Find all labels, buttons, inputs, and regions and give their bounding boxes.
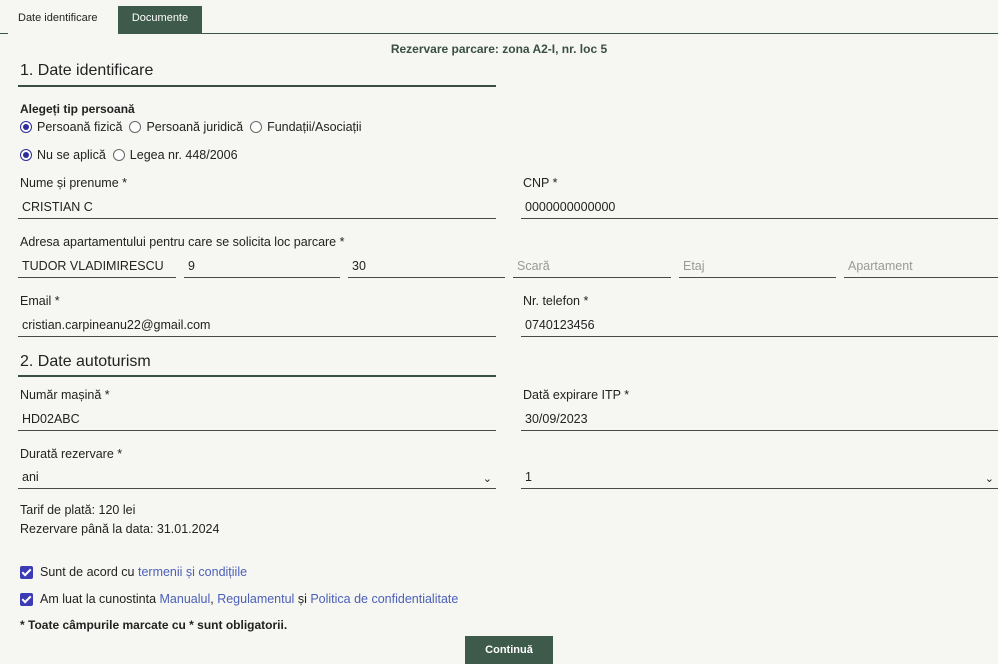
radio-empty-icon (250, 121, 263, 133)
continue-button[interactable]: Continuă (465, 636, 553, 664)
chevron-down-icon: ⌄ (984, 473, 994, 485)
block-input[interactable]: 30 (348, 256, 505, 278)
itp-date-input[interactable]: 30/09/2023 (521, 409, 998, 431)
radio-selected-icon (20, 121, 32, 133)
duration-label: Durată rezervare * (20, 447, 123, 461)
radio-empty-icon (129, 121, 142, 133)
phone-input[interactable]: 0740123456 (521, 315, 998, 337)
cnp-label: CNP * (523, 176, 558, 190)
section-car-title: 2. Date autoturism (20, 353, 151, 370)
radio-legea-448[interactable]: Legea nr. 448/2006 (112, 148, 238, 162)
apartament-input[interactable]: Apartament (844, 256, 998, 278)
section-identification-rule (18, 85, 496, 87)
scara-input[interactable]: Scară (513, 256, 671, 278)
terms-checkbox[interactable] (20, 565, 33, 579)
itp-label: Dată expirare ITP * (523, 388, 630, 402)
law-group: Nu se aplică Legea nr. 448/2006 (20, 148, 245, 162)
duration-count-select[interactable]: 1 ⌄ (521, 467, 998, 489)
tab-date-identificare[interactable]: Date identificare (8, 6, 118, 34)
person-type-label: Alegeți tip persoană (20, 102, 135, 116)
documents-checkbox[interactable] (20, 592, 33, 606)
radio-fundatii-asociatii[interactable]: Fundații/Asociații (250, 120, 362, 134)
documents-consent: Am luat la cunostinta Manualul , Regulam… (20, 592, 458, 606)
section-identification-title: 1. Date identificare (20, 62, 154, 79)
terms-consent: Sunt de acord cu termenii și condițiile (20, 565, 247, 579)
privacy-policy-link[interactable]: Politica de confidentialitate (310, 592, 458, 606)
regulation-link[interactable]: Regulamentul (217, 592, 294, 606)
radio-selected-icon (20, 149, 32, 161)
name-input[interactable]: CRISTIAN C (18, 197, 496, 219)
cnp-input[interactable]: 0000000000000 (521, 197, 998, 219)
radio-nu-se-aplica[interactable]: Nu se aplică (20, 148, 106, 162)
radio-persoana-juridica[interactable]: Persoană juridică (129, 120, 243, 134)
duration-unit-select[interactable]: ani ⌄ (18, 467, 496, 489)
tab-documente[interactable]: Documente (118, 6, 202, 34)
section-car-rule (18, 375, 496, 377)
email-label: Email * (20, 294, 60, 308)
reservation-until-text: Rezervare până la data: 31.01.2024 (20, 522, 220, 536)
car-number-input[interactable]: HD02ABC (18, 409, 496, 431)
person-type-group: Persoană fizică Persoană juridică Fundaț… (20, 120, 369, 134)
car-number-label: Număr mașină * (20, 388, 110, 402)
tab-bar: Date identificare Documente (0, 6, 998, 34)
name-label: Nume și prenume * (20, 176, 127, 190)
required-fields-note: * Toate câmpurile marcate cu * sunt obli… (20, 618, 288, 632)
address-label: Adresa apartamentului pentru care se sol… (20, 235, 345, 249)
street-input[interactable]: TUDOR VLADIMIRESCU (18, 256, 176, 278)
etaj-input[interactable]: Etaj (679, 256, 836, 278)
terms-link[interactable]: termenii și condițiile (138, 565, 247, 579)
tariff-text: Tarif de plată: 120 lei (20, 503, 136, 517)
reservation-subtitle: Rezervare parcare: zona A2-I, nr. loc 5 (390, 42, 608, 56)
email-input[interactable]: cristian.carpineanu22@gmail.com (18, 315, 496, 337)
radio-empty-icon (112, 149, 125, 161)
chevron-down-icon: ⌄ (482, 473, 492, 485)
manual-link[interactable]: Manualul (160, 592, 211, 606)
phone-label: Nr. telefon * (523, 294, 589, 308)
street-number-input[interactable]: 9 (184, 256, 340, 278)
radio-persoana-fizica[interactable]: Persoană fizică (20, 120, 122, 134)
